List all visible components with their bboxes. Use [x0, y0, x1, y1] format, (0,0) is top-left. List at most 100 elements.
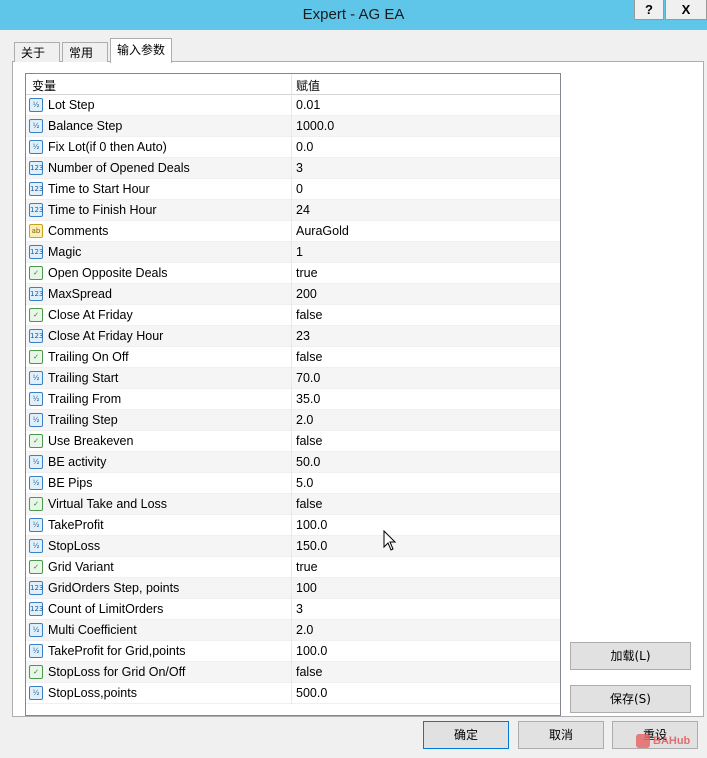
parameter-row[interactable]: ½ StopLoss,points 500.0 [26, 683, 560, 704]
column-divider [291, 536, 292, 557]
tab-inputs[interactable]: 输入参数 [110, 38, 172, 63]
column-header-variable[interactable]: 变量 [32, 77, 56, 94]
double-type-icon: ½ [29, 392, 43, 406]
integer-type-icon: 123 [29, 602, 43, 616]
parameter-row[interactable]: ½ TakeProfit 100.0 [26, 515, 560, 536]
parameter-row[interactable]: ½ StopLoss 150.0 [26, 536, 560, 557]
parameter-value[interactable]: 200 [296, 287, 317, 301]
parameter-value[interactable]: 35.0 [296, 392, 320, 406]
double-type-icon: ½ [29, 686, 43, 700]
ok-button[interactable]: 确定 [423, 721, 509, 749]
parameter-row[interactable]: ½ Trailing Start 70.0 [26, 368, 560, 389]
parameter-row[interactable]: 123 Close At Friday Hour 23 [26, 326, 560, 347]
parameters-grid[interactable]: 变量 赋值 ½ Lot Step 0.01 ½ Balance Step 1000.0 ½ F… [25, 73, 561, 716]
double-type-icon: ½ [29, 476, 43, 490]
parameter-value[interactable]: 2.0 [296, 623, 313, 637]
parameter-value[interactable]: 150.0 [296, 539, 327, 553]
parameter-row[interactable]: 123 Count of LimitOrders 3 [26, 599, 560, 620]
parameter-name: Trailing Start [48, 371, 119, 385]
parameter-value[interactable]: 100 [296, 581, 317, 595]
parameter-row[interactable]: 123 Magic 1 [26, 242, 560, 263]
parameter-row[interactable]: 123 Number of Opened Deals 3 [26, 158, 560, 179]
parameter-name: Magic [48, 245, 82, 259]
parameter-name: Open Opposite Deals [48, 266, 168, 280]
parameter-value[interactable]: 70.0 [296, 371, 320, 385]
column-divider [291, 200, 292, 221]
column-divider [291, 620, 292, 641]
parameter-row[interactable]: 123 GridOrders Step, points 100 [26, 578, 560, 599]
parameter-row[interactable]: ✓ Close At Friday false [26, 305, 560, 326]
window-title: Expert - AG EA [302, 6, 405, 23]
parameter-value[interactable]: 5.0 [296, 476, 313, 490]
column-divider [291, 578, 292, 599]
close-button[interactable]: X [665, 0, 707, 20]
column-divider [291, 494, 292, 515]
double-type-icon: ½ [29, 539, 43, 553]
parameter-value[interactable]: 24 [296, 203, 310, 217]
parameter-value[interactable]: false [296, 350, 322, 364]
parameter-row[interactable]: ½ Trailing From 35.0 [26, 389, 560, 410]
parameter-row[interactable]: ½ BE activity 50.0 [26, 452, 560, 473]
integer-type-icon: 123 [29, 203, 43, 217]
parameter-row[interactable]: ✓ Trailing On Off false [26, 347, 560, 368]
parameter-row[interactable]: ½ Fix Lot(if 0 then Auto) 0.0 [26, 137, 560, 158]
parameter-value[interactable]: 100.0 [296, 518, 327, 532]
parameter-name: Close At Friday [48, 308, 133, 322]
column-divider [291, 557, 292, 578]
parameter-name: StopLoss,points [48, 686, 137, 700]
tab-common[interactable]: 常用 [62, 42, 108, 62]
parameter-value[interactable]: 1000.0 [296, 119, 334, 133]
parameter-value[interactable]: 3 [296, 161, 303, 175]
parameter-value[interactable]: true [296, 266, 318, 280]
parameter-row[interactable]: 123 Time to Start Hour 0 [26, 179, 560, 200]
parameter-value[interactable]: false [296, 434, 322, 448]
column-divider[interactable] [291, 74, 292, 95]
parameter-value[interactable]: true [296, 560, 318, 574]
parameter-name: TakeProfit [48, 518, 104, 532]
parameter-value[interactable]: 50.0 [296, 455, 320, 469]
parameter-value[interactable]: false [296, 665, 322, 679]
parameter-row[interactable]: ½ BE Pips 5.0 [26, 473, 560, 494]
parameter-row[interactable]: ½ Trailing Step 2.0 [26, 410, 560, 431]
parameter-row[interactable]: ✓ Grid Variant true [26, 557, 560, 578]
column-header-value[interactable]: 赋值 [296, 77, 320, 94]
parameter-row[interactable]: ✓ Virtual Take and Loss false [26, 494, 560, 515]
parameter-row[interactable]: ½ Lot Step 0.01 [26, 95, 560, 116]
parameter-row[interactable]: ✓ Open Opposite Deals true [26, 263, 560, 284]
column-divider [291, 515, 292, 536]
parameter-value[interactable]: 0.0 [296, 140, 313, 154]
column-divider [291, 410, 292, 431]
parameter-value[interactable]: 500.0 [296, 686, 327, 700]
parameter-row[interactable]: ab Comments AuraGold [26, 221, 560, 242]
parameter-value[interactable]: 100.0 [296, 644, 327, 658]
parameter-name: Balance Step [48, 119, 123, 133]
parameter-row[interactable]: ½ Multi Coefficient 2.0 [26, 620, 560, 641]
parameter-value[interactable]: false [296, 308, 322, 322]
parameter-value[interactable]: false [296, 497, 322, 511]
parameter-value[interactable]: 23 [296, 329, 310, 343]
parameter-name: Use Breakeven [48, 434, 134, 448]
parameter-row[interactable]: 123 MaxSpread 200 [26, 284, 560, 305]
parameter-row[interactable]: ½ TakeProfit for Grid,points 100.0 [26, 641, 560, 662]
help-button[interactable]: ? [634, 0, 664, 20]
parameter-row[interactable]: ✓ StopLoss for Grid On/Off false [26, 662, 560, 683]
parameter-row[interactable]: 123 Time to Finish Hour 24 [26, 200, 560, 221]
parameter-name: Fix Lot(if 0 then Auto) [48, 140, 167, 154]
column-divider [291, 179, 292, 200]
parameter-value[interactable]: AuraGold [296, 224, 349, 238]
load-button[interactable]: 加载(L) [570, 642, 691, 670]
parameter-name: Number of Opened Deals [48, 161, 190, 175]
parameter-row[interactable]: ½ Balance Step 1000.0 [26, 116, 560, 137]
parameter-value[interactable]: 0.01 [296, 98, 320, 112]
grid-rows: ½ Lot Step 0.01 ½ Balance Step 1000.0 ½ Fix Lot… [26, 95, 560, 704]
parameter-row[interactable]: ✓ Use Breakeven false [26, 431, 560, 452]
parameter-value[interactable]: 2.0 [296, 413, 313, 427]
parameter-value[interactable]: 1 [296, 245, 303, 259]
parameter-value[interactable]: 3 [296, 602, 303, 616]
double-type-icon: ½ [29, 140, 43, 154]
save-button[interactable]: 保存(S) [570, 685, 691, 713]
parameter-value[interactable]: 0 [296, 182, 303, 196]
string-type-icon: ab [29, 224, 43, 238]
cancel-button[interactable]: 取消 [518, 721, 604, 749]
tab-about[interactable]: 关于 [14, 42, 60, 62]
